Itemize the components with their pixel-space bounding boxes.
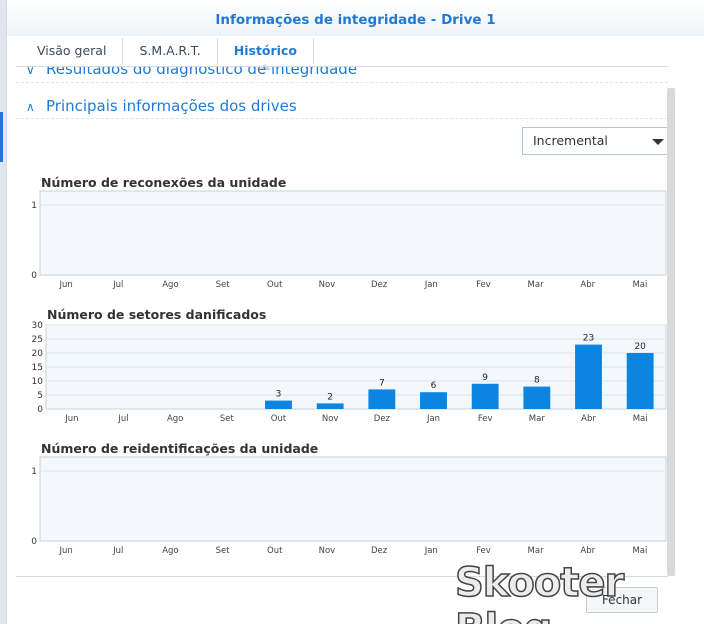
background-selection-marker [0, 112, 3, 162]
y-tick-label: 25 [32, 335, 43, 345]
chevron-down-icon [652, 139, 664, 145]
x-tick-label: Mar [529, 414, 546, 424]
tab-smart[interactable]: S.M.A.R.T. [123, 38, 218, 64]
dialog-titlebar: Informações de integridade - Drive 1 [7, 0, 704, 36]
y-tick-label: 15 [32, 363, 43, 373]
tab-bar: Visão geral S.M.A.R.T. Histórico [21, 36, 314, 70]
plot-area [39, 190, 667, 276]
x-tick-label: Jun [58, 546, 72, 556]
x-tick-label: Out [267, 546, 283, 556]
y-tick-label: 10 [32, 377, 44, 387]
tab-overview[interactable]: Visão geral [21, 38, 124, 64]
x-tick-label: Set [216, 546, 231, 556]
x-tick-label: Out [271, 414, 287, 424]
x-tick-label: Jun [64, 414, 78, 424]
watermark-logo: Skooter Blog [454, 559, 625, 624]
x-tick-label: Abr [580, 546, 595, 556]
section-drive-info-label: Principais informações dos drives [46, 97, 297, 115]
x-tick-label: Jun [58, 280, 72, 290]
bar [471, 383, 499, 409]
y-tick-label: 0 [31, 271, 37, 281]
y-tick-label: 30 [32, 321, 44, 331]
x-tick-label: Jul [117, 414, 128, 424]
chart-svg: 0 1 Jun Jul Ago Set Out Nov Dez Jan Fev Mar Abr Mai [31, 456, 667, 556]
data-label: 6 [431, 381, 437, 391]
x-tick-label: Mar [528, 546, 545, 556]
x-tick-label: Dez [374, 414, 391, 424]
x-tick-label: Nov [322, 414, 339, 424]
bar [368, 389, 396, 409]
x-tick-label: Ago [167, 414, 183, 424]
data-label: 3 [276, 390, 282, 400]
x-tick-label: Fev [476, 546, 491, 556]
chart-svg: 0 1 Jun Jul Ago Set Out Nov Dez Jan Fev Mar Abr Mai [31, 190, 667, 290]
chevron-up-icon: ∧ [26, 100, 35, 114]
x-tick-label: Jan [424, 280, 438, 290]
x-tick-label: Nov [319, 546, 336, 556]
section-diagnostic-label: Resultados do diagnóstico de integridade [46, 66, 358, 78]
chart-reidentifications: Número de reidentificações da unidade 01… [16, 437, 668, 559]
data-label: 23 [583, 334, 594, 344]
y-tick-label: 1 [31, 467, 37, 477]
x-tick-label: Mar [528, 280, 545, 290]
chevron-down-icon: ∨ [26, 66, 35, 77]
x-tick-label: Ago [162, 546, 178, 556]
tab-history[interactable]: Histórico [218, 38, 314, 70]
y-tick-label: 5 [37, 391, 43, 401]
data-label: 2 [327, 392, 333, 402]
bar [523, 386, 551, 409]
y-tick-label: 0 [37, 405, 43, 415]
x-tick-label: Set [220, 414, 235, 424]
bar [626, 353, 654, 409]
mode-select-row: Incremental [16, 119, 668, 159]
x-tick-label: Out [267, 280, 283, 290]
content-scrollbar[interactable] [667, 88, 675, 576]
y-tick-label: 20 [32, 349, 44, 359]
chart-bad-sectors: Número de setores danificados 0 5 10 15 20 25… [16, 305, 668, 427]
x-tick-label: Abr [580, 280, 595, 290]
x-tick-label: Fev [478, 414, 493, 424]
x-tick-label: Nov [319, 280, 336, 290]
bar [316, 403, 344, 409]
data-label: 8 [534, 376, 540, 386]
x-tick-label: Jan [424, 546, 438, 556]
section-drive-info[interactable]: ∧ Principais informações dos drives [16, 93, 668, 119]
x-tick-label: Set [216, 280, 231, 290]
history-content: ∨ Resultados do diagnóstico de integridad… [16, 66, 668, 576]
x-tick-label: Jul [112, 546, 123, 556]
dialog-title: Informações de integridade - Drive 1 [215, 12, 496, 28]
bar [575, 344, 602, 409]
x-tick-label: Mai [632, 280, 647, 290]
bar [265, 400, 292, 409]
x-tick-label: Mai [633, 414, 648, 424]
x-tick-label: Jul [112, 280, 123, 290]
x-tick-label: Jan [426, 414, 440, 424]
x-tick-label: Fev [476, 280, 491, 290]
y-tick-label: 1 [31, 201, 37, 211]
x-tick-label: Ago [162, 280, 178, 290]
x-tick-label: Dez [371, 280, 388, 290]
y-tick-label: 0 [31, 537, 37, 547]
mode-select[interactable]: Incremental [522, 127, 668, 155]
mode-select-value: Incremental [533, 133, 608, 148]
section-diagnostic-results[interactable]: ∨ Resultados do diagnóstico de integridad… [16, 66, 668, 83]
chart-reconnections: Número de reconexões da unidade 0 1 Jun Jul… [16, 171, 668, 293]
x-tick-label: Dez [371, 546, 388, 556]
plot-area [39, 456, 667, 542]
data-label: 9 [482, 373, 488, 383]
chart-svg: 0 5 10 15 20 25 30 Jun Jul Ago Set Out 3 Nov 2 Dez 7 Jan 6… [32, 321, 667, 424]
x-tick-label: Mai [632, 546, 647, 556]
data-label: 20 [634, 342, 646, 352]
x-tick-label: Abr [581, 414, 596, 424]
bar [420, 392, 447, 409]
data-label: 7 [379, 378, 385, 388]
